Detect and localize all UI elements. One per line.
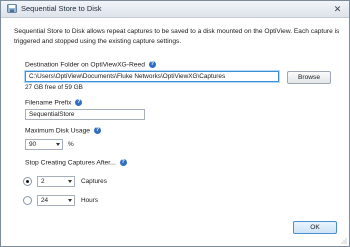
title-bar[interactable]: Sequential Store to Disk ✕ [1,1,349,18]
filename-prefix-label-row: Filename Prefix ? [25,99,83,107]
destination-label: Destination Folder on OptiViewXG-Reed [25,61,145,69]
destination-label-row: Destination Folder on OptiViewXG-Reed ? [25,61,156,68]
hours-unit: Hours [81,197,99,204]
disk-icon [7,4,17,13]
stop-after-label: Stop Creating Captures After... [25,159,116,167]
help-icon[interactable]: ? [119,159,127,166]
max-disk-usage-label-row: Maximum Disk Usage ? [25,127,101,134]
browse-button[interactable]: Browse [287,71,331,84]
chevron-down-icon [68,180,72,183]
filename-prefix-label: Filename Prefix [25,99,72,107]
stop-after-label-row: Stop Creating Captures After... ? [25,159,127,166]
hours-count-dropdown[interactable]: 24 [37,195,75,206]
close-button[interactable]: ✕ [330,3,345,15]
close-icon: ✕ [333,4,342,14]
window-title: Sequential Store to Disk [21,4,102,13]
help-icon[interactable]: ? [148,61,156,68]
description-text: Sequential Store to Disk allows repeat c… [14,28,340,45]
max-disk-usage-value: 90 [29,141,37,148]
resize-grip-icon[interactable] [341,238,347,244]
captures-count-dropdown[interactable]: 2 [37,176,75,187]
max-disk-usage-label: Maximum Disk Usage [25,127,91,135]
captures-count-value: 2 [41,178,45,185]
free-space-text: 27 GB free of 59 GB [25,84,83,91]
help-icon[interactable]: ? [93,127,101,134]
captures-radio[interactable] [23,177,32,186]
filename-prefix-field[interactable]: SequentialStore [25,109,145,120]
chevron-down-icon [68,199,72,202]
hours-radio[interactable] [23,196,32,205]
hours-count-value: 24 [41,197,49,204]
percent-unit: % [68,141,74,148]
dialog-window: Sequential Store to Disk ✕ Sequential St… [0,0,350,247]
captures-unit: Captures [81,178,107,185]
max-disk-usage-dropdown[interactable]: 90 [25,139,63,150]
help-icon[interactable]: ? [75,99,83,106]
destination-path-field[interactable]: C:\Users\OptiView\Documents\Fluke Networ… [25,71,279,82]
ok-button[interactable]: OK [293,221,337,234]
chevron-down-icon [56,143,60,146]
